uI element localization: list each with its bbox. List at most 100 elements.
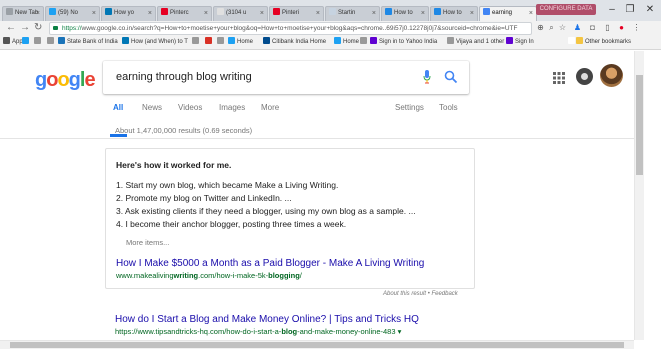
search-input[interactable]: earning through blog writing: [116, 71, 252, 83]
extension-person-icon[interactable]: ♟: [573, 23, 582, 32]
account-avatar[interactable]: [600, 64, 623, 87]
browser-tab[interactable]: earning ×: [479, 6, 537, 21]
tab-favicon-icon: [6, 8, 13, 15]
tab-close-icon[interactable]: ×: [470, 7, 474, 20]
bookmark-favicon-icon: [263, 37, 270, 44]
logo-letter: o: [57, 69, 69, 91]
tab-images[interactable]: Images: [219, 103, 245, 112]
result-title-link[interactable]: How I Make $5000 a Month as a Paid Blogg…: [116, 258, 424, 269]
tools-link[interactable]: Tools: [439, 103, 458, 112]
restore-button[interactable]: ❐: [622, 4, 638, 16]
vertical-scrollbar[interactable]: [634, 51, 644, 340]
bookmark-item[interactable]: Home: [228, 36, 253, 49]
bookmark-item[interactable]: Sign in to Yahoo India: [370, 36, 437, 49]
browser-tab[interactable]: Startin ×: [325, 6, 380, 21]
browser-tab[interactable]: New Tab ×: [2, 6, 44, 21]
lock-icon: [53, 26, 58, 30]
tab-close-icon[interactable]: ×: [148, 7, 152, 20]
about-this-result-link[interactable]: About this result • Feedback: [383, 291, 458, 297]
star-icon[interactable]: ☆: [558, 23, 567, 32]
bookmark-favicon-icon: [205, 37, 212, 44]
tab-close-icon[interactable]: ×: [204, 7, 208, 20]
browser-tab[interactable]: Pinterc ×: [157, 6, 212, 21]
menu-icon[interactable]: ⋮: [632, 23, 641, 32]
url-part: -and-make-money-online-483 ▾: [297, 327, 402, 336]
bookmark-favicon-icon: [22, 37, 29, 44]
tab-close-icon[interactable]: ×: [92, 7, 96, 20]
tab-close-icon[interactable]: ×: [260, 7, 264, 20]
url-part: .com/how-i-make-5k-: [198, 271, 269, 280]
horizontal-scroll-thumb[interactable]: [10, 342, 624, 348]
bookmark-label: How (and When) to T: [131, 39, 188, 45]
tab-news[interactable]: News: [142, 103, 162, 112]
browser-tab[interactable]: (59) No ×: [45, 6, 100, 21]
notifications-avatar[interactable]: [576, 68, 593, 85]
extension-shield-icon[interactable]: ◘: [588, 23, 597, 32]
tab-favicon-icon: [217, 8, 224, 15]
result-url[interactable]: https://www.tipsandtricks-hq.com/how-do-…: [115, 327, 401, 336]
bookmark-item[interactable]: Vijaya and 1 other se: [447, 36, 512, 49]
tab-close-icon[interactable]: ×: [36, 7, 40, 20]
more-items-link[interactable]: More items...: [126, 238, 169, 247]
bookmark-item[interactable]: [22, 36, 31, 49]
search-icon[interactable]: [444, 70, 458, 84]
result-title-link[interactable]: How do I Start a Blog and Make Money Onl…: [115, 314, 419, 325]
bookmark-favicon-icon: [122, 37, 129, 44]
page-info-icon[interactable]: ⊕: [536, 23, 545, 32]
bookmark-item[interactable]: Sign In: [506, 36, 534, 49]
extension-page-icon[interactable]: ▯: [603, 23, 612, 32]
bookmark-item[interactable]: [360, 36, 369, 49]
bookmark-item[interactable]: How (and When) to T: [122, 36, 188, 49]
tab-favicon-icon: [483, 8, 490, 15]
tab-label: Pinterc: [170, 10, 189, 16]
microphone-icon[interactable]: [423, 70, 431, 84]
bookmark-item[interactable]: Citibank India Home: [263, 36, 326, 49]
back-arrow-icon[interactable]: ←: [6, 22, 16, 34]
bookmark-label: Vijaya and 1 other se: [456, 39, 513, 45]
bookmark-item[interactable]: [217, 36, 226, 49]
url-part: https://www.tipsandtricks-hq.com/how-do-…: [115, 327, 282, 336]
bookmark-item[interactable]: [205, 36, 214, 49]
tab-close-icon[interactable]: ×: [421, 7, 425, 20]
zoom-icon[interactable]: ⌕: [547, 23, 556, 32]
bookmark-item[interactable]: [34, 36, 43, 49]
close-window-button[interactable]: ✕: [642, 4, 658, 16]
horizontal-scrollbar[interactable]: [0, 340, 634, 349]
bookmark-favicon-icon: [568, 37, 575, 44]
tab-close-icon[interactable]: ×: [316, 7, 320, 20]
tab-favicon-icon: [385, 8, 392, 15]
bookmark-favicon-icon: [217, 37, 224, 44]
vertical-scroll-thumb[interactable]: [636, 75, 643, 175]
url-part-bold: blogging: [268, 271, 300, 280]
browser-tab[interactable]: (3104 u ×: [213, 6, 268, 21]
bookmark-item[interactable]: [47, 36, 56, 49]
tab-close-icon[interactable]: ×: [529, 7, 533, 20]
url-part-bold: blog: [281, 327, 298, 336]
tab-all[interactable]: All: [113, 103, 123, 112]
browser-tab[interactable]: How to ×: [381, 6, 429, 21]
bookmark-item[interactable]: Other bookmarks: [576, 36, 631, 49]
browser-tab[interactable]: Pinteri ×: [269, 6, 324, 21]
pinterest-extension-icon[interactable]: ●: [617, 23, 626, 32]
minimize-button[interactable]: –: [604, 4, 620, 16]
address-bar[interactable]: https://www.google.co.in/search?q=How+to…: [49, 22, 532, 35]
settings-link[interactable]: Settings: [395, 103, 424, 112]
reload-icon[interactable]: ↻: [34, 22, 42, 34]
browser-tab[interactable]: How yo ×: [101, 6, 156, 21]
profile-chip[interactable]: CONFIGURE DATA: [536, 4, 596, 15]
forward-arrow-icon[interactable]: →: [20, 22, 30, 34]
bookmark-item[interactable]: Home: [334, 36, 359, 49]
tab-close-icon[interactable]: ×: [372, 7, 376, 20]
tab-favicon-icon: [273, 8, 280, 15]
tab-more[interactable]: More: [261, 103, 279, 112]
bookmark-item[interactable]: State Bank of India: [58, 36, 118, 49]
result-url[interactable]: www.makealivingwriting.com/how-i-make-5k…: [116, 271, 302, 280]
browser-tab[interactable]: How to ×: [430, 6, 478, 21]
google-logo[interactable]: google: [35, 69, 96, 92]
logo-letter: g: [68, 69, 81, 91]
search-box[interactable]: earning through blog writing: [103, 61, 469, 94]
tab-videos[interactable]: Videos: [178, 103, 202, 112]
bookmark-item[interactable]: [192, 36, 201, 49]
bookmark-label: Other bookmarks: [585, 39, 632, 45]
apps-grid-icon[interactable]: [553, 72, 565, 84]
